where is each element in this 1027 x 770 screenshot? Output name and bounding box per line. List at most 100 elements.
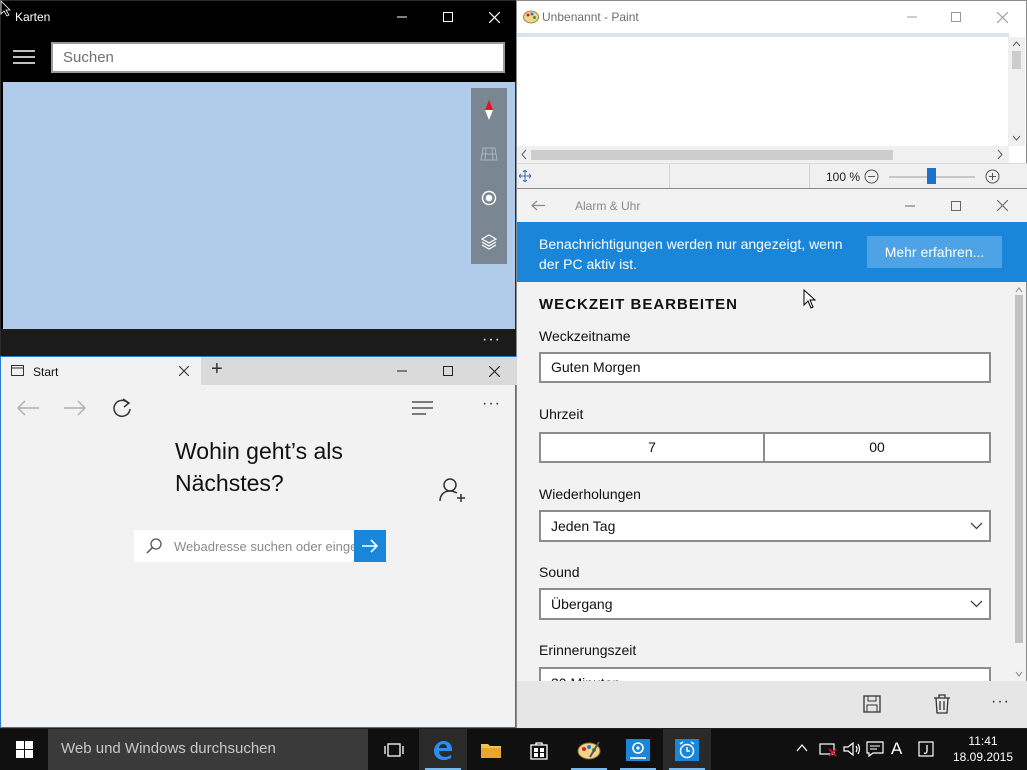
paint-maximize-button[interactable] <box>933 1 979 33</box>
start-button[interactable] <box>0 729 48 770</box>
edge-tabstrip: Start + <box>1 357 517 385</box>
input-language-indicator[interactable]: A <box>891 739 902 759</box>
tab-page-icon <box>11 365 24 376</box>
minimize-icon <box>905 205 915 206</box>
alarms-window: Alarm & Uhr Benachrichtigungen werden nu… <box>516 188 1027 728</box>
alarms-more-button[interactable]: ··· <box>991 693 1010 711</box>
maps-more-button[interactable]: ··· <box>482 331 501 349</box>
alarms-scrollbar[interactable] <box>1013 287 1025 682</box>
paint-taskbar-button[interactable] <box>565 729 613 770</box>
edge-navbar: ··· <box>1 387 517 429</box>
edge-more-button[interactable]: ··· <box>482 395 501 413</box>
map-canvas[interactable] <box>3 82 515 329</box>
start-heading-line2: Nächstes? <box>175 470 284 496</box>
alarms-taskbar-button[interactable] <box>663 729 711 770</box>
edge-maximize-button[interactable] <box>425 357 471 385</box>
alarms-title: Alarm & Uhr <box>575 199 641 213</box>
edge-search-go-button[interactable] <box>354 530 386 562</box>
store-taskbar-button[interactable] <box>515 729 563 770</box>
chevron-down-icon <box>970 522 983 530</box>
maps-close-button[interactable] <box>471 1 517 33</box>
add-user-icon[interactable] <box>439 477 467 503</box>
my-location-button[interactable] <box>471 176 507 220</box>
maps-maximize-button[interactable] <box>425 1 471 33</box>
forward-arrow-icon[interactable] <box>64 400 86 416</box>
paint-close-button[interactable] <box>979 1 1025 33</box>
maps-minimize-button[interactable] <box>379 1 425 33</box>
hamburger-menu-icon[interactable] <box>13 48 35 66</box>
back-arrow-icon[interactable] <box>17 400 39 416</box>
edge-search-placeholder: Webadresse suchen oder eingeben <box>174 539 354 554</box>
volume-icon[interactable] <box>843 741 861 757</box>
action-center-icon[interactable] <box>866 741 884 757</box>
scroll-up-icon <box>1015 287 1023 293</box>
repeat-dropdown[interactable]: Jeden Tag <box>539 510 991 542</box>
edge-minimize-button[interactable] <box>379 357 425 385</box>
time-label: Uhrzeit <box>539 406 584 422</box>
maps-titlebar[interactable]: Karten <box>1 1 517 33</box>
alarms-scroll-thumb[interactable] <box>1015 295 1023 643</box>
snooze-dropdown[interactable]: 30 Minuten <box>539 667 991 681</box>
task-view-icon <box>384 742 404 757</box>
delete-button[interactable] <box>933 694 951 714</box>
edge-address-search[interactable]: Webadresse suchen oder eingeben <box>134 530 354 562</box>
map-layers-button[interactable] <box>471 220 507 264</box>
tilt-button[interactable] <box>471 132 507 176</box>
learn-more-button[interactable]: Mehr erfahren... <box>867 236 1002 268</box>
chevron-up-icon[interactable] <box>796 744 808 752</box>
paint-ribbon <box>517 33 1009 37</box>
taskbar-search-box[interactable]: Web und Windows durchsuchen <box>48 729 368 770</box>
hour-picker[interactable]: 7 <box>539 432 765 463</box>
paint-zoom-level: 100 % <box>826 170 861 184</box>
paint-vertical-scrollbar[interactable] <box>1008 37 1025 146</box>
alarms-close-button[interactable] <box>979 189 1025 222</box>
alarms-minimize-button[interactable] <box>887 189 933 222</box>
hub-icon[interactable] <box>412 401 434 415</box>
minimize-icon <box>397 16 407 18</box>
move-cursor-icon <box>519 170 531 182</box>
save-button[interactable] <box>863 695 881 713</box>
compass-button[interactable] <box>471 88 507 132</box>
network-status-icon[interactable] <box>819 741 837 757</box>
file-explorer-taskbar-button[interactable] <box>467 729 515 770</box>
scroll-down-icon <box>1015 671 1023 677</box>
taskbar-clock[interactable]: 11:41 18.09.2015 <box>948 733 1018 765</box>
store-bag-icon <box>530 741 548 760</box>
sound-dropdown[interactable]: Übergang <box>539 588 991 620</box>
zoom-slider-thumb[interactable] <box>927 168 936 184</box>
edge-taskbar-button[interactable] <box>419 729 467 770</box>
maps-icon <box>626 738 650 761</box>
start-heading-line1: Wohin geht’s als <box>175 438 343 464</box>
close-tab-icon <box>179 366 189 376</box>
minute-picker[interactable]: 00 <box>763 432 991 463</box>
maps-search-input[interactable]: Suchen <box>51 42 505 73</box>
alarms-titlebar[interactable]: Alarm & Uhr <box>517 189 1027 222</box>
alarms-maximize-button[interactable] <box>933 189 979 222</box>
sound-value: Übergang <box>551 596 613 612</box>
back-arrow-icon <box>531 200 545 211</box>
clock-time: 11:41 <box>968 734 998 748</box>
maximize-icon <box>443 366 453 376</box>
maps-taskbar-button[interactable] <box>614 729 662 770</box>
close-icon <box>488 11 500 23</box>
refresh-icon[interactable] <box>112 398 132 418</box>
minimize-icon <box>907 16 917 18</box>
ime-mode-icon[interactable] <box>918 741 934 757</box>
edge-tab[interactable]: Start <box>1 357 201 385</box>
edge-tab-area: + <box>201 357 517 385</box>
edge-close-button[interactable] <box>471 357 517 385</box>
new-tab-button[interactable]: + <box>211 358 223 381</box>
paint-minimize-button[interactable] <box>889 1 935 33</box>
alarm-name-input[interactable]: Guten Morgen <box>539 352 991 383</box>
status-divider <box>669 164 670 189</box>
paint-horizontal-scrollbar[interactable] <box>517 146 1009 163</box>
compass-icon <box>485 100 493 120</box>
close-icon <box>488 365 500 377</box>
3d-grid-icon <box>480 147 498 161</box>
save-icon <box>863 695 881 713</box>
repeat-value: Jeden Tag <box>551 518 616 534</box>
paint-statusbar: 100 % <box>517 163 1027 189</box>
close-icon <box>996 200 1008 211</box>
paint-hscroll-thumb[interactable] <box>531 150 893 160</box>
task-view-button[interactable] <box>370 729 418 770</box>
